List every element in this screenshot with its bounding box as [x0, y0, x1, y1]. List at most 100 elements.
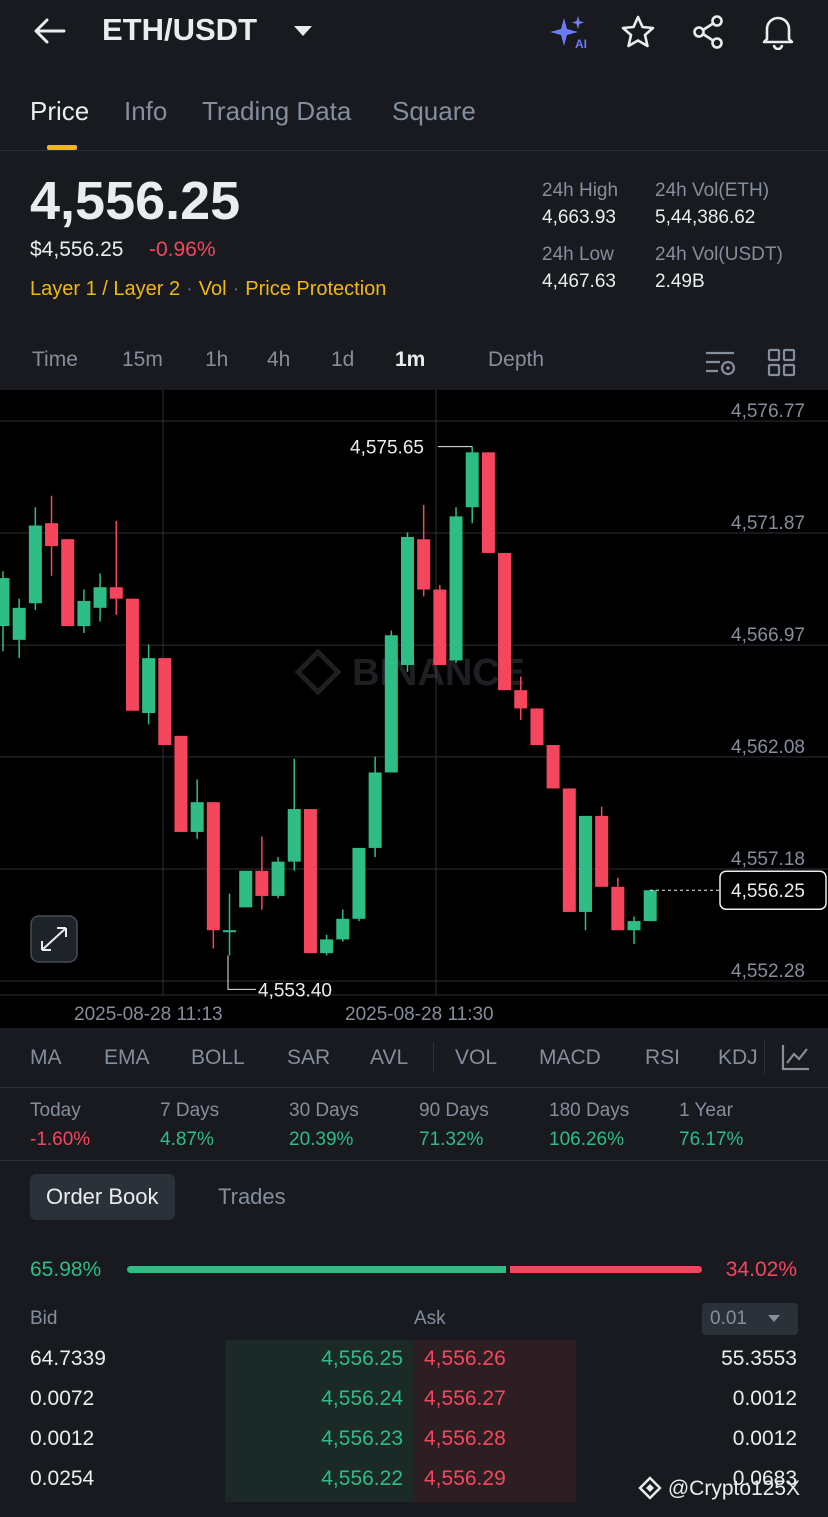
- candle: [433, 584, 447, 665]
- ai-sparkle-icon[interactable]: AI: [548, 14, 590, 52]
- tag-price-protection[interactable]: Price Protection: [245, 278, 386, 300]
- orderbook-row[interactable]: 64.7339 4,556.25 4,556.26 55.3553: [0, 1347, 828, 1387]
- candle-body: [190, 802, 204, 832]
- tab-order-book[interactable]: Order Book: [30, 1174, 175, 1220]
- perf-label-7d: 7 Days: [160, 1100, 220, 1121]
- star-icon[interactable]: [620, 14, 656, 50]
- interval-1d[interactable]: 1d: [331, 348, 354, 372]
- perf-value-90d: 71.32%: [419, 1129, 484, 1150]
- candle-body: [562, 788, 576, 912]
- y-tick-label: 4,552.28: [731, 961, 805, 982]
- orderbook-row[interactable]: 0.0012 4,556.23 4,556.28 0.0012: [0, 1427, 828, 1467]
- share-icon[interactable]: [690, 14, 726, 50]
- perf-value-1y: 76.17%: [679, 1129, 744, 1150]
- candle: [336, 909, 350, 942]
- candle-body: [239, 870, 253, 908]
- candle: [190, 779, 204, 839]
- indicator-kdj[interactable]: KDJ: [718, 1046, 758, 1070]
- ask-qty: 0.0012: [732, 1427, 797, 1450]
- candle: [12, 598, 26, 659]
- candle-body: [206, 802, 220, 931]
- indicator-settings-icon[interactable]: [780, 1042, 812, 1072]
- candle: [125, 598, 139, 711]
- indicator-sar[interactable]: SAR: [287, 1046, 330, 1070]
- high-value: 4,663.93: [542, 207, 616, 228]
- candle-body: [352, 847, 366, 919]
- candle-body: [465, 452, 479, 508]
- tag-layer[interactable]: Layer 1 / Layer 2: [30, 278, 180, 300]
- bid-price: 4,556.24: [321, 1387, 403, 1410]
- expand-chart-button[interactable]: [30, 915, 78, 963]
- grid-layout-icon[interactable]: [767, 348, 797, 378]
- candle-body: [611, 886, 625, 931]
- candle: [595, 806, 609, 887]
- top-bar: ETH/USDT AI: [0, 0, 828, 70]
- indicator-avl[interactable]: AVL: [370, 1046, 408, 1070]
- perf-value-180d: 106.26%: [549, 1129, 625, 1150]
- high-label: 24h High: [542, 180, 619, 201]
- indicator-rsi[interactable]: RSI: [645, 1046, 680, 1070]
- tab-info[interactable]: Info: [124, 96, 167, 127]
- interval-depth[interactable]: Depth: [488, 348, 544, 372]
- interval-4h[interactable]: 4h: [267, 348, 290, 372]
- y-tick-label: 4,571.87: [731, 513, 805, 534]
- vol-eth-value: 5,44,386.62: [655, 207, 756, 228]
- last-price: 4,556.25: [30, 171, 241, 231]
- tag-vol[interactable]: Vol: [199, 278, 227, 300]
- indicator-macd[interactable]: MACD: [539, 1046, 601, 1070]
- candle: [498, 552, 512, 691]
- y-tick-label: 4,557.18: [731, 849, 805, 870]
- candle-body: [174, 735, 188, 832]
- bid-qty: 64.7339: [30, 1347, 106, 1370]
- interval-time[interactable]: Time: [32, 348, 78, 372]
- candle: [109, 520, 123, 615]
- indicator-ema[interactable]: EMA: [104, 1046, 150, 1070]
- bid-header: Bid: [30, 1308, 58, 1329]
- tab-trades[interactable]: Trades: [202, 1174, 302, 1220]
- bid-qty: 0.0012: [30, 1427, 95, 1450]
- perf-label-today: Today: [30, 1100, 81, 1121]
- low-label: 24h Low: [542, 244, 614, 265]
- indicator-ma[interactable]: MA: [30, 1046, 62, 1070]
- bid-ratio: 65.98%: [30, 1258, 102, 1281]
- tab-square[interactable]: Square: [392, 96, 476, 127]
- tab-price[interactable]: Price: [30, 96, 89, 127]
- creator-watermark: @Crypto125X: [638, 1476, 800, 1501]
- orderbook-row[interactable]: 0.0072 4,556.24 4,556.27 0.0012: [0, 1387, 828, 1427]
- candle-body: [125, 598, 139, 711]
- candle-body: [578, 815, 592, 912]
- candle: [546, 745, 560, 789]
- candle: [303, 809, 317, 954]
- candle-body: [627, 921, 641, 931]
- candle: [465, 446, 479, 524]
- chart-canvas[interactable]: BINANCE 4,576.774,571.874,566.974,562.08…: [0, 390, 828, 1028]
- precision-select[interactable]: 0.01: [702, 1303, 798, 1335]
- candle-body: [223, 930, 237, 933]
- candle-body: [320, 939, 334, 954]
- indicator-boll[interactable]: BOLL: [191, 1046, 245, 1070]
- low-marker-line: [227, 955, 256, 990]
- candle-body: [449, 516, 463, 661]
- pair-title[interactable]: ETH/USDT: [102, 12, 257, 48]
- candle: [384, 630, 398, 773]
- low-value: 4,467.63: [542, 271, 616, 292]
- candle-body: [28, 525, 42, 604]
- back-arrow-icon[interactable]: [32, 16, 68, 46]
- interval-1m[interactable]: 1m: [395, 348, 425, 372]
- indicator-vol[interactable]: VOL: [455, 1046, 497, 1070]
- interval-1h[interactable]: 1h: [205, 348, 228, 372]
- candle-body: [384, 635, 398, 773]
- chart-settings-icon[interactable]: [704, 348, 738, 378]
- bid-ratio-bar: [127, 1266, 506, 1273]
- candlestick-chart[interactable]: BINANCE 4,576.77 4,571.87 4,566.97 4,562.08…: [0, 390, 828, 1028]
- y-tick-label: 4,562.08: [731, 737, 805, 758]
- interval-15m[interactable]: 15m: [122, 348, 163, 372]
- candle-body: [255, 870, 269, 896]
- candle-body: [287, 809, 301, 862]
- caret-down-icon[interactable]: [294, 26, 312, 36]
- candle: [562, 788, 576, 912]
- candle: [530, 708, 544, 746]
- perf-value-30d: 20.39%: [289, 1129, 354, 1150]
- bell-icon[interactable]: [760, 12, 796, 50]
- tab-trading-data[interactable]: Trading Data: [202, 96, 351, 127]
